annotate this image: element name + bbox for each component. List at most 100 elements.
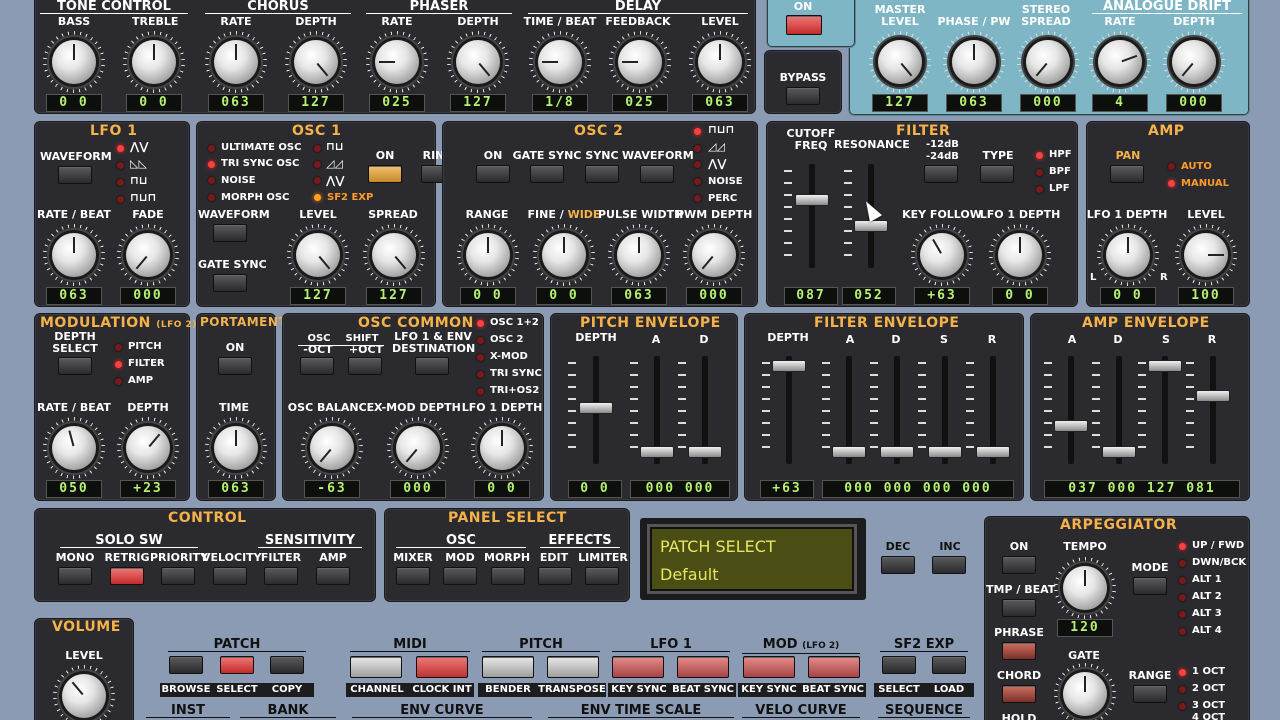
lfo1-fade-knob[interactable] bbox=[126, 233, 170, 277]
sens-filter-button[interactable] bbox=[264, 567, 298, 585]
phaser-rate-knob[interactable] bbox=[375, 40, 419, 84]
depth-select-button[interactable] bbox=[58, 357, 92, 375]
midi-channel-button[interactable] bbox=[350, 656, 402, 678]
copy-button[interactable] bbox=[270, 656, 304, 674]
volume-knob[interactable] bbox=[62, 674, 106, 718]
bender-button[interactable] bbox=[482, 656, 534, 678]
aenv-r-thumb[interactable] bbox=[1196, 390, 1230, 402]
osc1-on-button[interactable] bbox=[368, 165, 402, 183]
bypass-button[interactable] bbox=[786, 87, 820, 105]
osc2-range-knob[interactable] bbox=[466, 233, 510, 277]
sens-amp-button[interactable] bbox=[316, 567, 350, 585]
velocity-button[interactable] bbox=[213, 567, 247, 585]
oct-plus-button[interactable] bbox=[348, 357, 382, 375]
mod-button[interactable] bbox=[443, 567, 477, 585]
lfo-env-dest-button[interactable] bbox=[415, 357, 449, 375]
priority-button[interactable] bbox=[161, 567, 195, 585]
arp-on-button[interactable] bbox=[1002, 556, 1036, 574]
gate-knob[interactable] bbox=[1063, 672, 1107, 716]
aenv-a-slider[interactable] bbox=[1054, 356, 1088, 464]
retrig-button[interactable] bbox=[110, 567, 144, 585]
fenv-depth-slider[interactable] bbox=[772, 356, 806, 464]
fenv-s-thumb[interactable] bbox=[928, 446, 962, 458]
osc2-pwm-knob[interactable] bbox=[692, 233, 736, 277]
aenv-r-slider[interactable] bbox=[1196, 356, 1230, 464]
lfo1-waveform-button[interactable] bbox=[58, 166, 92, 184]
drift-rate-knob[interactable] bbox=[1098, 40, 1142, 84]
pan-button[interactable] bbox=[1110, 165, 1144, 183]
aenv-a-thumb[interactable] bbox=[1054, 420, 1088, 432]
delay-level-knob[interactable] bbox=[698, 40, 742, 84]
delay-time-knob[interactable] bbox=[538, 40, 582, 84]
mixer-button[interactable] bbox=[396, 567, 430, 585]
osc1-waveform-button[interactable] bbox=[213, 224, 247, 242]
lfo1-beat-sync-button[interactable] bbox=[677, 656, 729, 678]
inc-button[interactable] bbox=[932, 556, 966, 574]
browse-button[interactable] bbox=[169, 656, 203, 674]
osc2-on-button[interactable] bbox=[476, 165, 510, 183]
oct-minus-button[interactable] bbox=[300, 357, 334, 375]
osc2-sync-button[interactable] bbox=[585, 165, 619, 183]
amp-lfo1-knob[interactable] bbox=[1106, 233, 1150, 277]
master-level-knob[interactable] bbox=[878, 40, 922, 84]
filter-lfo1-knob[interactable] bbox=[998, 233, 1042, 277]
aenv-s-thumb[interactable] bbox=[1148, 360, 1182, 372]
chorus-rate-knob[interactable] bbox=[214, 40, 258, 84]
aenv-d-thumb[interactable] bbox=[1102, 446, 1136, 458]
sf2-load-button[interactable] bbox=[932, 656, 966, 674]
clock-int-button[interactable] bbox=[416, 656, 468, 678]
fenv-s-slider[interactable] bbox=[928, 356, 962, 464]
amp-level-knob[interactable] bbox=[1184, 233, 1228, 277]
pitch-a-slider[interactable] bbox=[640, 356, 674, 464]
osc-common-lfo1-knob[interactable] bbox=[480, 426, 524, 470]
pitch-a-thumb[interactable] bbox=[640, 446, 674, 458]
pitch-depth-thumb[interactable] bbox=[579, 402, 613, 414]
chorus-depth-knob[interactable] bbox=[294, 40, 338, 84]
resonance-slider-thumb[interactable] bbox=[854, 220, 888, 232]
patch-select-button[interactable] bbox=[220, 656, 254, 674]
mod-beat-sync-button[interactable] bbox=[808, 656, 860, 678]
transpose-button[interactable] bbox=[547, 656, 599, 678]
aenv-s-slider[interactable] bbox=[1148, 356, 1182, 464]
lfo1-key-sync-button[interactable] bbox=[612, 656, 664, 678]
stereo-spread-knob[interactable] bbox=[1026, 40, 1070, 84]
delay-feedback-knob[interactable] bbox=[618, 40, 662, 84]
osc-balance-knob[interactable] bbox=[310, 426, 354, 470]
bass-knob[interactable] bbox=[52, 40, 96, 84]
dec-button[interactable] bbox=[881, 556, 915, 574]
morph-button[interactable] bbox=[491, 567, 525, 585]
mod-rate-knob[interactable] bbox=[52, 426, 96, 470]
pitch-depth-slider[interactable] bbox=[579, 356, 613, 464]
xmod-depth-knob[interactable] bbox=[396, 426, 440, 470]
mode-button[interactable] bbox=[1133, 577, 1167, 595]
filter-slope-button[interactable] bbox=[924, 165, 958, 183]
osc2-gate-sync-button[interactable] bbox=[530, 165, 564, 183]
tempo-knob[interactable] bbox=[1063, 566, 1107, 610]
osc1-level-knob[interactable] bbox=[296, 233, 340, 277]
fenv-depth-thumb[interactable] bbox=[772, 360, 806, 372]
fenv-a-slider[interactable] bbox=[832, 356, 866, 464]
osc2-pw-knob[interactable] bbox=[617, 233, 661, 277]
fenv-r-slider[interactable] bbox=[976, 356, 1010, 464]
mod-depth-knob[interactable] bbox=[126, 426, 170, 470]
portamento-on-button[interactable] bbox=[218, 357, 252, 375]
fenv-a-thumb[interactable] bbox=[832, 446, 866, 458]
phaser-depth-knob[interactable] bbox=[456, 40, 500, 84]
lfo1-rate-knob[interactable] bbox=[52, 233, 96, 277]
osc1-gate-sync-button[interactable] bbox=[213, 274, 247, 292]
phrase-button[interactable] bbox=[1002, 642, 1036, 660]
fenv-d-slider[interactable] bbox=[880, 356, 914, 464]
portamento-time-knob[interactable] bbox=[214, 426, 258, 470]
cutoff-slider[interactable] bbox=[795, 164, 829, 268]
range-button[interactable] bbox=[1133, 685, 1167, 703]
phase-pw-knob[interactable] bbox=[952, 40, 996, 84]
fenv-r-thumb[interactable] bbox=[976, 446, 1010, 458]
cutoff-slider-thumb[interactable] bbox=[795, 194, 829, 206]
edit-button[interactable] bbox=[538, 567, 572, 585]
master-on-button[interactable] bbox=[786, 15, 822, 35]
pitch-d-slider[interactable] bbox=[688, 356, 722, 464]
tmp-beat-button[interactable] bbox=[1002, 599, 1036, 617]
pitch-d-thumb[interactable] bbox=[688, 446, 722, 458]
fenv-d-thumb[interactable] bbox=[880, 446, 914, 458]
osc2-fine-knob[interactable] bbox=[542, 233, 586, 277]
